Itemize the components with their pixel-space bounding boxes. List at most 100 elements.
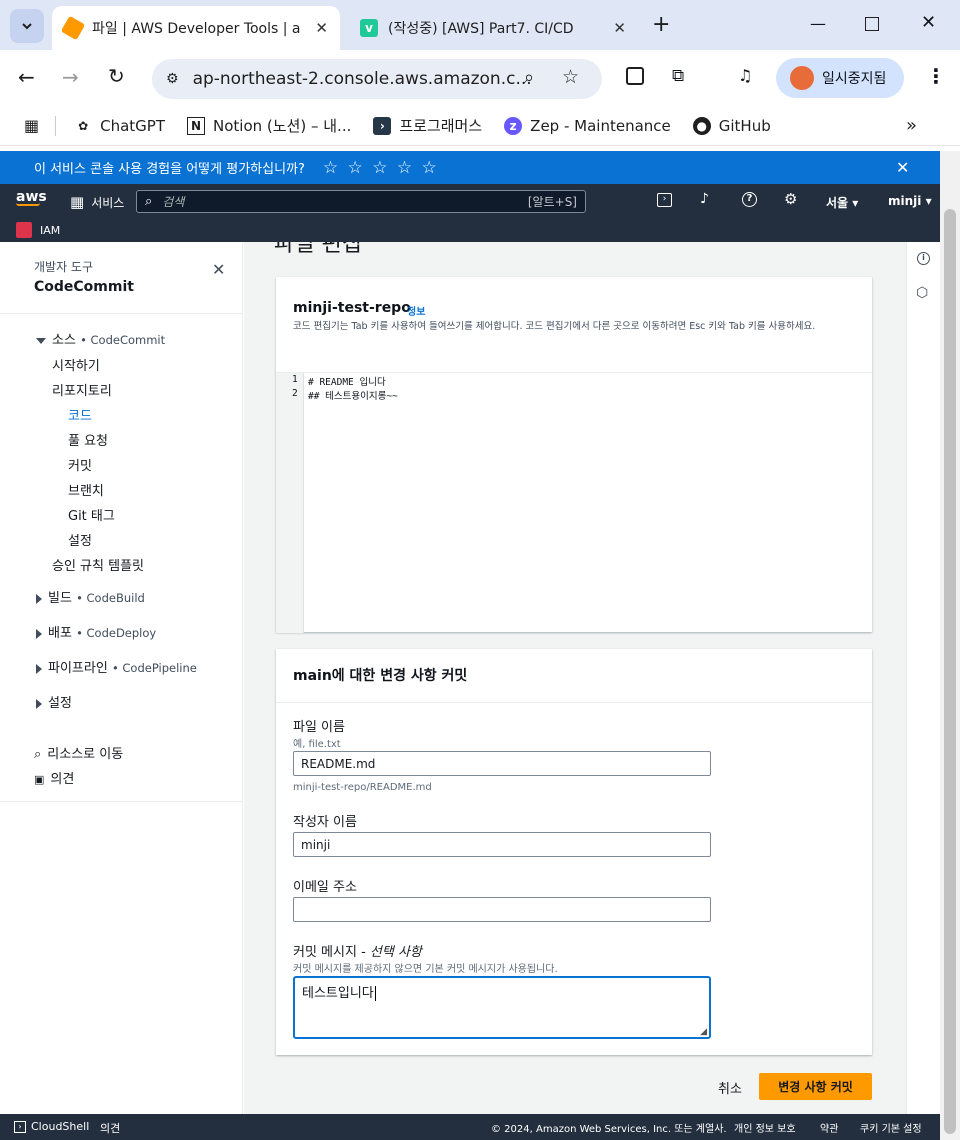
site-settings-icon[interactable]: ⚙ bbox=[166, 71, 179, 87]
line-number: 2 bbox=[292, 388, 298, 399]
resize-handle-icon[interactable]: ◢ bbox=[700, 1027, 707, 1037]
footer-feedback[interactable]: 의견 bbox=[100, 1120, 120, 1136]
reload-icon[interactable]: ↻ bbox=[108, 64, 125, 88]
footer-copyright: © 2024, Amazon Web Services, Inc. 또는 계열사… bbox=[491, 1124, 727, 1135]
zep-icon: z bbox=[504, 116, 523, 135]
more-bookmarks-icon[interactable]: » bbox=[906, 115, 917, 136]
close-icon[interactable]: ✕ bbox=[896, 158, 909, 177]
minimize-button[interactable]: — bbox=[810, 14, 826, 33]
file-name-label: 파일 이름 bbox=[293, 720, 345, 735]
sidebar-section-label: 개발자 도구 bbox=[34, 260, 94, 274]
sidebar-group-build[interactable]: 빌드 • CodeBuild bbox=[36, 587, 145, 606]
cancel-button[interactable]: 취소 bbox=[718, 1078, 742, 1097]
search-input[interactable]: ⌕ 검색 [알트+S] bbox=[136, 190, 586, 213]
footer-cookies[interactable]: 쿠키 기본 설정 bbox=[860, 1120, 922, 1135]
sidebar-item-settings[interactable]: 설정 bbox=[68, 530, 92, 549]
sidebar-group-settings[interactable]: 설정 bbox=[36, 692, 72, 711]
sidebar-close-icon[interactable]: ✕ bbox=[212, 260, 225, 279]
page-scrollbar[interactable] bbox=[940, 151, 960, 1140]
bookmark-star-icon[interactable]: ☆ bbox=[562, 66, 579, 88]
bookmarks-bar: ▦ ✿ ChatGPT N Notion (노션) – 내... › 프로그래머스 z… bbox=[0, 106, 960, 146]
tab-aws-developer-tools[interactable]: 파일 | AWS Developer Tools | a ✕ bbox=[52, 6, 340, 50]
sidebar-item-approval-templates[interactable]: 승인 규칙 템플릿 bbox=[52, 555, 144, 574]
back-arrow-icon[interactable]: ← bbox=[18, 65, 35, 89]
aws-logo[interactable]: aws bbox=[16, 189, 47, 206]
notifications-bell-icon[interactable]: ♪ bbox=[700, 191, 709, 207]
page-title: 파일 편집 bbox=[274, 242, 362, 257]
browser-tab-bar: 파일 | AWS Developer Tools | a ✕ v (작성중) [… bbox=[0, 0, 960, 50]
file-path: minji-test-repo/README.md bbox=[293, 782, 432, 793]
media-controls-icon[interactable]: ♫ bbox=[738, 66, 752, 85]
apps-icon[interactable]: ▦ bbox=[24, 116, 39, 135]
caret-right-icon bbox=[36, 628, 42, 639]
bookmark-programmers[interactable]: › 프로그래머스 bbox=[373, 115, 482, 136]
favorites-bar: IAM bbox=[0, 218, 940, 242]
hexagon-tools-icon[interactable]: ⬡ bbox=[916, 285, 928, 301]
author-input[interactable]: minji bbox=[293, 832, 711, 857]
maximize-button[interactable] bbox=[865, 17, 879, 31]
programmers-icon: › bbox=[373, 116, 392, 135]
services-menu[interactable]: ▦ 서비스 bbox=[70, 193, 124, 211]
tab-search-button[interactable] bbox=[10, 9, 44, 43]
sidebar-group-pipeline[interactable]: 파이프라인 • CodePipeline bbox=[36, 657, 197, 676]
settings-gear-icon[interactable]: ⚙ bbox=[784, 190, 797, 208]
commit-changes-button[interactable]: 변경 사항 커밋 bbox=[759, 1073, 872, 1100]
aws-top-nav: aws ▦ 서비스 ⌕ 검색 [알트+S] › ♪ ? ⚙ 서울 ▾ minji… bbox=[0, 184, 940, 218]
window-close-button[interactable]: ✕ bbox=[921, 12, 936, 33]
user-menu[interactable]: minji ▾ bbox=[888, 194, 932, 208]
repo-name-heading: minji-test-repo bbox=[293, 300, 411, 316]
bookmark-notion[interactable]: N Notion (노션) – 내... bbox=[187, 115, 351, 136]
github-icon: ● bbox=[692, 116, 711, 135]
rating-stars[interactable]: ☆ ☆ ☆ ☆ ☆ bbox=[323, 158, 439, 178]
code-line: ## 테스트용이지롱~~ bbox=[308, 391, 398, 402]
footer-cloudshell[interactable]: › CloudShell bbox=[14, 1120, 89, 1133]
iam-link[interactable]: IAM bbox=[40, 224, 60, 237]
bookmark-chatgpt[interactable]: ✿ ChatGPT bbox=[74, 117, 165, 135]
region-selector[interactable]: 서울 ▾ bbox=[826, 194, 858, 211]
search-icon: ⌕ bbox=[145, 194, 153, 209]
info-icon[interactable]: i bbox=[917, 252, 930, 265]
sidebar-item-branches[interactable]: 브랜치 bbox=[68, 480, 104, 499]
email-input[interactable] bbox=[293, 897, 711, 922]
caret-right-icon bbox=[36, 698, 42, 709]
sidebar-item-code[interactable]: 코드 bbox=[68, 405, 92, 424]
sidebar-item-pull-requests[interactable]: 풀 요청 bbox=[68, 430, 108, 449]
sidebar-group-source[interactable]: 소스 • CodeCommit bbox=[36, 329, 165, 348]
caret-right-icon bbox=[36, 593, 42, 604]
sidebar-group-deploy[interactable]: 배포 • CodeDeploy bbox=[36, 622, 156, 641]
close-icon[interactable]: ✕ bbox=[315, 19, 328, 37]
sidebar-item-repositories[interactable]: 리포지토리 bbox=[52, 380, 112, 399]
sidebar-goto-resource[interactable]: ⌕ 리소스로 이동 bbox=[34, 743, 123, 762]
footer-privacy[interactable]: 개인 정보 보호 bbox=[734, 1120, 796, 1135]
scrollbar-thumb[interactable] bbox=[944, 209, 956, 1134]
search-icon: ⌕ bbox=[34, 747, 42, 762]
info-link[interactable]: 정보 bbox=[407, 303, 425, 318]
tab-manager-icon[interactable] bbox=[626, 67, 644, 85]
commit-message-textarea[interactable]: 테스트입니다 ◢ bbox=[293, 976, 711, 1039]
help-icon[interactable]: ? bbox=[742, 192, 757, 207]
profile-chip[interactable]: 일시중지됨 bbox=[776, 58, 904, 98]
sidebar-title[interactable]: CodeCommit bbox=[34, 279, 134, 295]
file-name-input[interactable]: README.md bbox=[293, 751, 711, 776]
close-icon[interactable]: ✕ bbox=[613, 19, 626, 37]
aws-footer: › CloudShell 의견 © 2024, Amazon Web Servi… bbox=[0, 1114, 940, 1140]
new-tab-button[interactable]: + bbox=[652, 12, 670, 37]
chatgpt-icon: ✿ bbox=[78, 118, 89, 133]
extensions-icon[interactable]: ⧉ bbox=[672, 66, 684, 86]
message-hint: 커밋 메시지를 제공하지 않으면 기본 커밋 메시지가 사용됩니다. bbox=[293, 964, 558, 975]
address-bar[interactable]: ⚙ ap-northeast-2.console.aws.amazon.c...… bbox=[152, 59, 602, 99]
cloudshell-icon[interactable]: › bbox=[657, 193, 672, 207]
zoom-search-icon[interactable]: ⌕ bbox=[524, 67, 534, 88]
bookmark-github[interactable]: ● GitHub bbox=[692, 116, 771, 135]
browser-menu-icon[interactable]: ⋮ bbox=[926, 64, 946, 88]
sidebar-item-git-tags[interactable]: Git 태그 bbox=[68, 505, 115, 524]
sidebar-item-getting-started[interactable]: 시작하기 bbox=[52, 355, 100, 374]
velog-icon: v bbox=[360, 19, 378, 37]
sidebar-feedback[interactable]: ▣ 의견 bbox=[34, 768, 74, 787]
sidebar-item-commits[interactable]: 커밋 bbox=[68, 455, 92, 474]
code-editor[interactable]: 1 # README 입니다 2 ## 테스트용이지롱~~ bbox=[276, 372, 872, 633]
forward-arrow-icon[interactable]: → bbox=[62, 65, 79, 89]
footer-terms[interactable]: 약관 bbox=[820, 1120, 838, 1135]
bookmark-zep[interactable]: z Zep - Maintenance bbox=[504, 116, 671, 135]
tab-velog[interactable]: v (작성중) [AWS] Part7. CI/CD ✕ bbox=[348, 6, 638, 50]
